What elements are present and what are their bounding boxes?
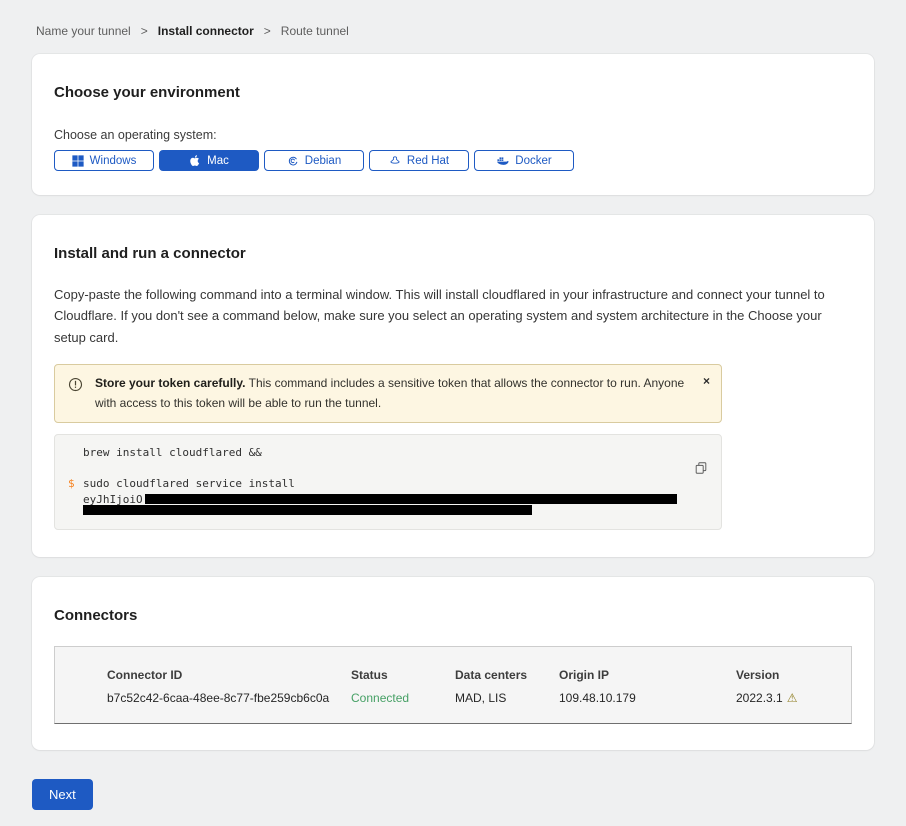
column-header-connector-id: Connector ID [107,668,351,682]
token-prefix: eyJhIjoiO [83,494,143,505]
install-card-description: Copy-paste the following command into a … [54,284,850,348]
os-button-mac[interactable]: Mac [159,150,259,171]
os-button-group: Windows Mac Debian Red Hat [54,150,852,171]
redacted-token-bar [145,494,677,504]
origin-ip-cell: 109.48.10.179 [559,691,736,705]
windows-icon [72,155,84,167]
apple-icon [189,154,201,167]
shell-prompt: $ [68,478,75,489]
column-header-status: Status [351,668,455,682]
os-button-debian[interactable]: Debian [264,150,364,171]
data-centers-cell: MAD, LIS [455,691,559,705]
connectors-table: Connector ID Status Data centers Origin … [54,646,852,724]
docker-icon [496,155,509,167]
next-button[interactable]: Next [32,779,93,810]
breadcrumb-separator: > [141,24,148,38]
install-connector-card: Install and run a connector Copy-paste t… [32,215,874,557]
close-icon[interactable]: × [703,374,710,388]
os-button-redhat[interactable]: Red Hat [369,150,469,171]
os-button-label: Red Hat [407,155,449,167]
warning-triangle-icon: ⚠ [787,691,798,705]
install-command-code-block[interactable]: brew install cloudflared && $sudo cloudf… [54,434,722,530]
alert-circle-icon [68,377,83,398]
os-button-label: Debian [305,155,341,167]
column-header-data-centers: Data centers [455,668,559,682]
code-line-brew: brew install cloudflared && [83,447,677,458]
os-select-label: Choose an operating system: [54,128,852,142]
warning-title: Store your token carefully. [95,376,246,390]
column-header-version: Version [736,668,841,682]
redacted-token-bar [83,505,532,515]
breadcrumb: Name your tunnel > Install connector > R… [32,0,874,54]
status-badge: Connected [351,691,455,705]
os-button-label: Docker [515,155,551,167]
code-line-token: eyJhIjoiO [83,494,677,505]
code-line-sudo: $sudo cloudflared service install [83,478,677,489]
os-button-windows[interactable]: Windows [54,150,154,171]
breadcrumb-separator: > [264,24,271,38]
column-header-origin-ip: Origin IP [559,668,736,682]
redhat-icon [389,155,401,167]
environment-card-title: Choose your environment [54,84,852,101]
table-row: b7c52c42-6caa-48ee-8c77-fbe259cb6c0a Con… [107,691,841,705]
tunnel-setup-page: Name your tunnel > Install connector > R… [0,0,906,826]
install-card-title: Install and run a connector [54,245,852,262]
connectors-card: Connectors Connector ID Status Data cent… [32,577,874,750]
breadcrumb-install-connector[interactable]: Install connector [158,24,254,38]
version-value: 2022.3.1 [736,691,783,705]
debian-icon [287,155,299,167]
connector-id-cell: b7c52c42-6caa-48ee-8c77-fbe259cb6c0a [107,691,351,705]
os-button-label: Mac [207,155,229,167]
token-warning-banner: Store your token carefully. This command… [54,364,722,422]
connectors-card-title: Connectors [54,607,852,624]
breadcrumb-name-your-tunnel[interactable]: Name your tunnel [36,24,131,38]
os-button-docker[interactable]: Docker [474,150,574,171]
table-header-row: Connector ID Status Data centers Origin … [107,668,841,682]
os-button-label: Windows [90,155,137,167]
version-cell: 2022.3.1 ⚠ [736,691,841,705]
environment-card: Choose your environment Choose an operat… [32,54,874,195]
copy-icon[interactable] [694,461,708,478]
breadcrumb-route-tunnel[interactable]: Route tunnel [281,24,349,38]
